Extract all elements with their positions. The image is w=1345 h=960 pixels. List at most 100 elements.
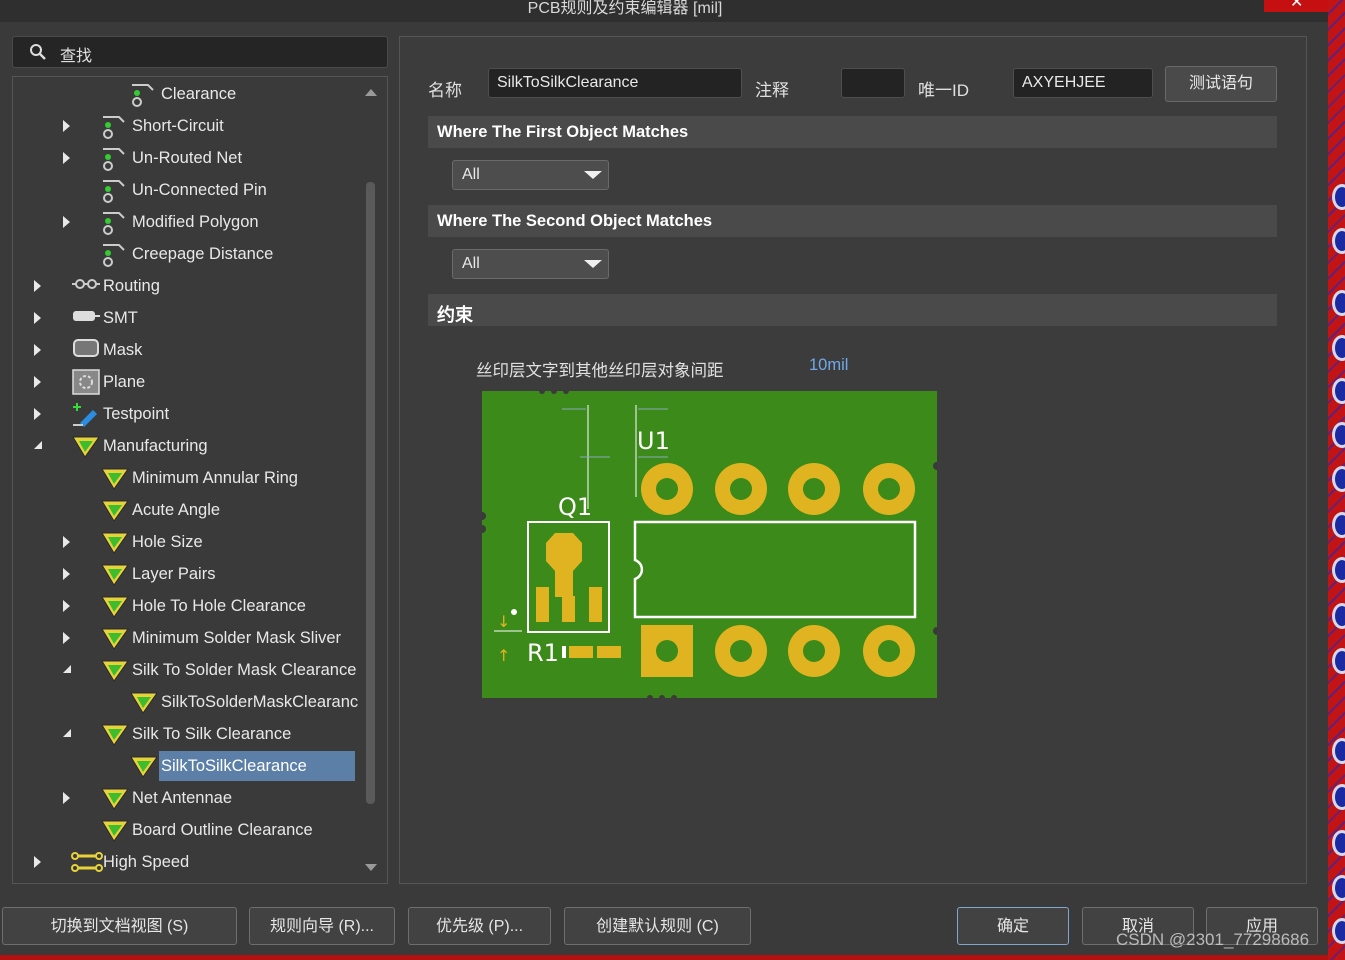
tree-item[interactable]: Short-Circuit	[13, 111, 365, 141]
expand-arrow-icon[interactable]	[63, 568, 70, 580]
second-object-dropdown[interactable]: All	[452, 249, 609, 279]
close-button[interactable]: ✕	[1264, 0, 1328, 12]
clearance-icon	[100, 177, 126, 208]
rule-editor-window: PCB规则及约束编辑器 [mil] ✕ 查找 Clearance Short-Ci…	[0, 0, 1328, 960]
unique-id-field[interactable]: AXYEHJEE	[1013, 68, 1153, 98]
priority-button[interactable]: 优先级 (P)...	[408, 907, 551, 945]
collapse-arrow-icon[interactable]	[34, 441, 42, 449]
tree-item-label: Un-Connected Pin	[132, 181, 267, 199]
constraint-label: 丝印层文字到其他丝印层对象间距	[476, 362, 724, 380]
clearance-value-field[interactable]: 10mil	[809, 356, 848, 375]
tree-item[interactable]: Net Antennae	[13, 783, 365, 813]
test-query-button[interactable]: 测试语句	[1165, 66, 1277, 102]
expand-arrow-icon[interactable]	[63, 632, 70, 644]
via-ring	[1332, 738, 1345, 764]
expand-arrow-icon[interactable]	[63, 216, 70, 228]
manufacturing-icon	[100, 657, 130, 688]
tree-item[interactable]: Un-Connected Pin	[13, 175, 365, 205]
tree-item-label: Manufacturing	[103, 437, 208, 455]
via-ring	[1332, 290, 1345, 316]
tree-item-label: Acute Angle	[132, 501, 221, 519]
tree-item-label: Board Outline Clearance	[132, 821, 313, 839]
tree-item[interactable]: Clearance	[13, 79, 365, 109]
search-box[interactable]: 查找	[12, 36, 388, 68]
tree-item[interactable]: Minimum Solder Mask Sliver	[13, 623, 365, 653]
routing-icon	[71, 273, 101, 300]
create-default-rules-button[interactable]: 创建默认规则 (C)	[564, 907, 751, 945]
expand-arrow-icon[interactable]	[34, 344, 41, 356]
manufacturing-icon	[100, 593, 130, 624]
u1-label: U1	[637, 427, 670, 455]
tree-item[interactable]: Testpoint	[13, 399, 365, 429]
ok-button[interactable]: 确定	[957, 907, 1069, 945]
tree-item[interactable]: Layer Pairs	[13, 559, 365, 589]
manufacturing-icon	[100, 561, 130, 592]
tree-item[interactable]: Hole Size	[13, 527, 365, 557]
tree-item[interactable]: Hole To Hole Clearance	[13, 591, 365, 621]
close-icon: ✕	[1290, 0, 1304, 11]
collapse-arrow-icon[interactable]	[63, 665, 71, 673]
via-ring	[1332, 512, 1345, 538]
tree-item[interactable]: SilkToSilkClearance	[13, 751, 365, 781]
tree-item[interactable]: SMT	[13, 303, 365, 333]
manufacturing-icon	[100, 785, 130, 816]
tree-item[interactable]: Minimum Annular Ring	[13, 463, 365, 493]
tree-item[interactable]: Modified Polygon	[13, 207, 365, 237]
tree-item-label: Minimum Annular Ring	[132, 469, 298, 487]
background-pcb-view	[1328, 0, 1345, 960]
name-field[interactable]: SilkToSilkClearance	[488, 68, 742, 98]
expand-arrow-icon[interactable]	[63, 600, 70, 612]
search-input[interactable]: 查找	[60, 42, 92, 66]
tree-item[interactable]: Silk To Solder Mask Clearance	[13, 655, 365, 685]
tree-item-label: Clearance	[161, 85, 237, 103]
scroll-down-arrow[interactable]	[365, 864, 377, 871]
first-object-dropdown[interactable]: All	[452, 160, 609, 190]
expand-arrow-icon[interactable]	[34, 376, 41, 388]
tree-item-label: Minimum Solder Mask Sliver	[132, 629, 342, 647]
rule-wizard-button[interactable]: 规则向导 (R)...	[249, 907, 395, 945]
manufacturing-icon	[129, 689, 159, 720]
tree-item-label: Hole To Hole Clearance	[132, 597, 306, 615]
expand-arrow-icon[interactable]	[34, 856, 41, 868]
q1-label: Q1	[558, 493, 592, 521]
manufacturing-icon	[100, 625, 130, 656]
tree-item[interactable]: Silk To Silk Clearance	[13, 719, 365, 749]
tree-item[interactable]: Routing	[13, 271, 365, 301]
tree-item[interactable]: Creepage Distance	[13, 239, 365, 269]
expand-arrow-icon[interactable]	[63, 536, 70, 548]
via-ring	[1332, 648, 1345, 674]
scroll-up-arrow[interactable]	[365, 89, 377, 96]
testpoint-icon	[71, 401, 101, 432]
expand-arrow-icon[interactable]	[63, 120, 70, 132]
expand-arrow-icon[interactable]	[34, 312, 41, 324]
high-speed-icon	[71, 849, 103, 880]
switch-doc-view-button[interactable]: 切换到文档视图 (S)	[2, 907, 237, 945]
via-ring	[1332, 184, 1345, 210]
rule-tree: Clearance Short-Circuit Un-Routed Net Un-Co…	[12, 76, 388, 884]
mask-icon	[71, 337, 101, 364]
tree-item[interactable]: High Speed	[13, 847, 365, 877]
chevron-down-icon	[584, 260, 602, 268]
tree-item[interactable]: Un-Routed Net	[13, 143, 365, 173]
collapse-arrow-icon[interactable]	[63, 729, 71, 737]
tree-item-label: Un-Routed Net	[132, 149, 243, 167]
via-ring	[1332, 830, 1345, 856]
tree-item-label: Routing	[103, 277, 160, 295]
unique-id-label: 唯一ID	[918, 81, 969, 100]
tree-item-label: Creepage Distance	[132, 245, 274, 263]
tree-item[interactable]: Plane	[13, 367, 365, 397]
tree-item[interactable]: Manufacturing	[13, 431, 365, 461]
comment-field[interactable]	[841, 68, 905, 98]
expand-arrow-icon[interactable]	[34, 280, 41, 292]
tree-item[interactable]: Board Outline Clearance	[13, 815, 365, 845]
via-ring	[1332, 378, 1345, 404]
tree-item[interactable]: Mask	[13, 335, 365, 365]
expand-arrow-icon[interactable]	[63, 152, 70, 164]
tree-item[interactable]: SilkToSolderMaskClearanc	[13, 687, 365, 717]
tree-item[interactable]: Acute Angle	[13, 495, 365, 525]
via-ring	[1332, 422, 1345, 448]
clearance-icon	[100, 113, 126, 144]
tree-scrollbar[interactable]	[366, 182, 375, 804]
expand-arrow-icon[interactable]	[63, 792, 70, 804]
expand-arrow-icon[interactable]	[34, 408, 41, 420]
